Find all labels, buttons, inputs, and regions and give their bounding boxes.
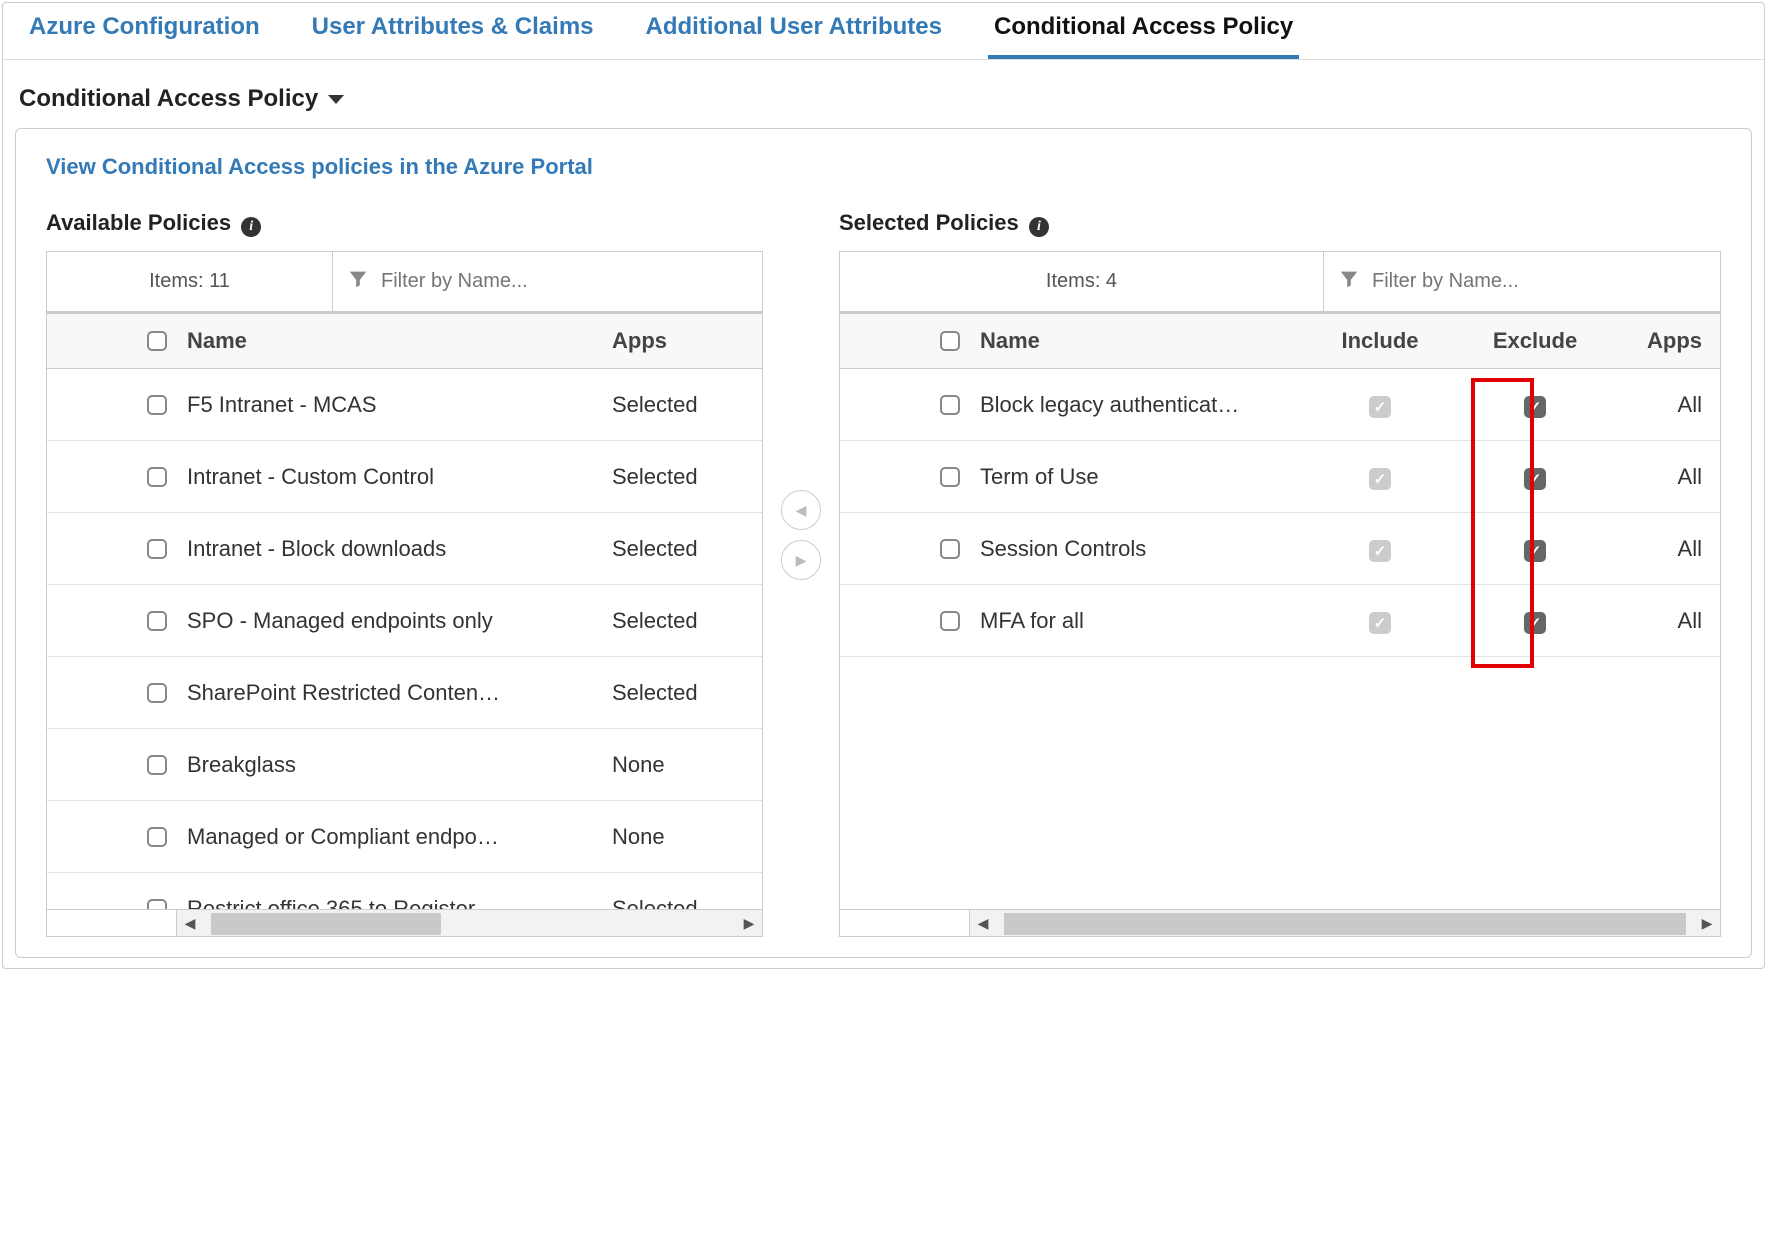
policy-apps: All [1620,608,1720,634]
policy-name: Intranet - Block downloads [187,536,612,562]
row-checkbox[interactable] [147,539,167,559]
column-name[interactable]: Name [187,328,612,354]
row-checkbox[interactable] [940,611,960,631]
column-name[interactable]: Name [980,328,1310,354]
exclude-checkbox[interactable] [1524,540,1546,562]
tab-bar: Azure Configuration User Attributes & Cl… [3,3,1764,60]
available-filter-input[interactable] [381,270,748,293]
tab-azure-configuration[interactable]: Azure Configuration [23,3,266,59]
move-left-button[interactable]: ◀ [781,490,821,530]
row-checkbox[interactable] [147,611,167,631]
section-dropdown[interactable]: Conditional Access Policy [3,60,1764,128]
policy-apps: Selected [612,680,762,706]
policy-panel: View Conditional Access policies in the … [15,128,1752,958]
chevron-down-icon [328,95,344,104]
row-checkbox[interactable] [147,899,167,910]
selected-policies-panel: Selected Policies i Items: 4 Name [839,210,1721,937]
section-title: Conditional Access Policy [19,85,318,113]
policy-apps: All [1620,464,1720,490]
selected-hscrollbar[interactable]: ◀ ▶ [969,909,1721,937]
filter-icon [1338,268,1360,296]
column-exclude[interactable]: Exclude [1450,328,1620,354]
policy-apps: None [612,752,762,778]
row-checkbox[interactable] [147,755,167,775]
policy-name: Block legacy authenticat… [980,392,1310,418]
available-policies-panel: Available Policies i Items: 11 Name [46,210,763,937]
exclude-checkbox[interactable] [1524,612,1546,634]
table-row[interactable]: Intranet - Custom ControlSelected [47,441,762,513]
table-row[interactable]: F5 Intranet - MCASSelected [47,369,762,441]
include-checkbox[interactable] [1369,612,1391,634]
row-checkbox[interactable] [147,467,167,487]
policy-apps: Selected [612,608,762,634]
row-checkbox[interactable] [940,467,960,487]
policy-name: Breakglass [187,752,612,778]
policy-name: Managed or Compliant endpo… [187,824,612,850]
available-select-all-checkbox[interactable] [147,331,167,351]
table-row[interactable]: SharePoint Restricted Conten…Selected [47,657,762,729]
table-row[interactable]: BreakglassNone [47,729,762,801]
table-row[interactable]: Session Controls All [840,513,1720,585]
tab-additional-user-attributes[interactable]: Additional User Attributes [640,3,948,59]
available-hscrollbar[interactable]: ◀ ▶ [176,909,763,937]
tab-conditional-access-policy[interactable]: Conditional Access Policy [988,3,1299,59]
table-row[interactable]: SPO - Managed endpoints onlySelected [47,585,762,657]
policy-apps: Selected [612,392,762,418]
filter-icon [347,268,369,296]
table-row[interactable]: Managed or Compliant endpo…None [47,801,762,873]
policy-apps: Selected [612,464,762,490]
main-panel: Azure Configuration User Attributes & Cl… [2,2,1765,969]
table-row[interactable]: Intranet - Block downloadsSelected [47,513,762,585]
policy-apps: All [1620,536,1720,562]
policy-name: F5 Intranet - MCAS [187,392,612,418]
exclude-checkbox[interactable] [1524,468,1546,490]
policy-name: SPO - Managed endpoints only [187,608,612,634]
policy-name: Restrict office 365 to Register… [187,896,612,910]
include-checkbox[interactable] [1369,468,1391,490]
available-title: Available Policies i [46,210,763,237]
column-apps[interactable]: Apps [612,328,762,354]
info-icon[interactable]: i [241,217,261,237]
policy-name: Session Controls [980,536,1310,562]
selected-title: Selected Policies i [839,210,1721,237]
selected-items-count: Items: 4 [840,252,1324,311]
row-checkbox[interactable] [147,395,167,415]
table-row[interactable]: Term of Use All [840,441,1720,513]
selected-select-all-checkbox[interactable] [940,331,960,351]
table-row[interactable]: Block legacy authenticat… All [840,369,1720,441]
available-rows[interactable]: F5 Intranet - MCASSelectedIntranet - Cus… [46,369,763,909]
row-checkbox[interactable] [940,395,960,415]
selected-header: Name Include Exclude Apps [839,311,1721,369]
column-include[interactable]: Include [1310,328,1450,354]
include-checkbox[interactable] [1369,540,1391,562]
policy-name: Intranet - Custom Control [187,464,612,490]
selected-filter-input[interactable] [1372,270,1706,293]
transfer-buttons: ◀ ▶ [781,490,821,580]
policy-apps: Selected [612,896,762,910]
policy-apps: Selected [612,536,762,562]
column-apps[interactable]: Apps [1620,328,1720,354]
row-checkbox[interactable] [147,683,167,703]
table-row[interactable]: MFA for all All [840,585,1720,657]
azure-portal-link[interactable]: View Conditional Access policies in the … [46,154,593,180]
exclude-checkbox[interactable] [1524,396,1546,418]
row-checkbox[interactable] [940,539,960,559]
info-icon[interactable]: i [1029,217,1049,237]
policy-name: Term of Use [980,464,1310,490]
include-checkbox[interactable] [1369,396,1391,418]
policy-apps: All [1620,392,1720,418]
available-items-count: Items: 11 [47,252,333,311]
policy-name: MFA for all [980,608,1310,634]
tab-user-attributes-claims[interactable]: User Attributes & Claims [306,3,600,59]
policy-name: SharePoint Restricted Conten… [187,680,612,706]
table-row[interactable]: Restrict office 365 to Register…Selected [47,873,762,909]
move-right-button[interactable]: ▶ [781,540,821,580]
policy-apps: None [612,824,762,850]
selected-rows[interactable]: Block legacy authenticat… All Term of Use A… [839,369,1721,909]
available-header: Name Apps [46,311,763,369]
row-checkbox[interactable] [147,827,167,847]
